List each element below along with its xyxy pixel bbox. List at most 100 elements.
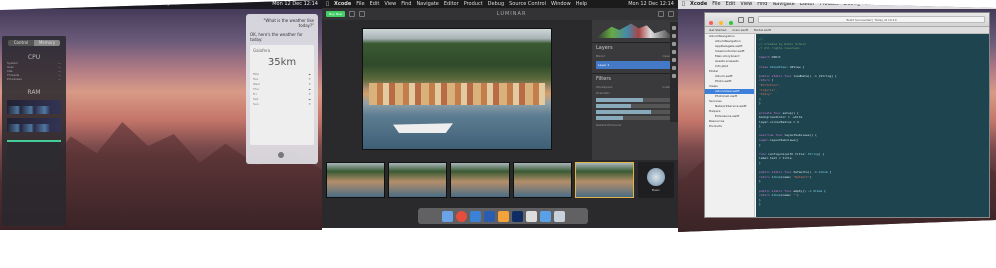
menu-item[interactable]: Debug — [488, 0, 504, 8]
code-token: Album — [813, 188, 823, 193]
editor-tab[interactable]: main.swift — [732, 27, 747, 33]
tool-icon[interactable] — [672, 50, 676, 54]
close-icon[interactable] — [709, 21, 713, 25]
undo-icon[interactable] — [658, 11, 664, 17]
run-icon[interactable] — [738, 16, 745, 23]
trash-icon[interactable] — [553, 210, 565, 222]
toolbar-tool-icon[interactable] — [349, 11, 356, 17]
menubar-clock[interactable]: Mon 12 Dec 12:14 — [948, 0, 994, 9]
menu-app-name[interactable]: Xcode — [690, 0, 707, 9]
menu-item[interactable]: Navigate — [772, 0, 794, 9]
menubar-clock[interactable]: Mon 12 Dec 12:14 — [628, 0, 674, 8]
weather-card[interactable]: Gaiafera 35km Mon ☁ Tue ☀ Wed ☀ Thu ☁ Fri ☀ S… — [250, 45, 314, 145]
menu-item[interactable]: File — [712, 0, 720, 9]
navigator-item[interactable]: Products — [705, 124, 754, 129]
sketch-icon[interactable] — [497, 210, 509, 222]
menu-app-name[interactable]: Safari — [12, 0, 29, 9]
tool-icon[interactable] — [672, 58, 676, 62]
menu-history[interactable]: History — [79, 0, 97, 9]
tool-icon[interactable] — [672, 26, 676, 30]
workspace-label: Workspace — [596, 85, 613, 89]
zoom-icon[interactable] — [729, 21, 734, 25]
filter-slider[interactable] — [596, 116, 674, 120]
menu-item[interactable]: Editor — [800, 0, 815, 9]
menu-item[interactable]: Product — [820, 0, 839, 9]
menu-bookmarks[interactable]: Bookmarks — [101, 0, 129, 9]
activity-monitor-widget: Control Memory CPU System — User — Idle — T… — [2, 36, 66, 226]
menu-item[interactable]: View — [384, 0, 396, 8]
preset-thumb[interactable] — [388, 162, 448, 198]
folder-icon[interactable] — [539, 210, 551, 222]
menu-item[interactable]: Find — [401, 0, 411, 8]
code-token: ] — [759, 96, 761, 101]
menu-item[interactable]: Window — [551, 0, 571, 8]
code-token: setup() { — [782, 110, 799, 115]
siri-question: "What is the weather like today?" — [263, 18, 314, 28]
code-token: "Liguria", — [759, 87, 778, 92]
menubar:  Safari File Edit View History Bookmark… — [0, 0, 322, 9]
filter-dramatic[interactable]: Dramatic — [592, 90, 678, 96]
menu-item[interactable]: Help — [576, 0, 587, 8]
apple-menu-icon[interactable]:  — [4, 0, 7, 9]
code-token: Album — [771, 174, 781, 179]
code-editor[interactable]: //// Created by Robin Schulz// All right… — [756, 34, 989, 217]
menu-view[interactable]: View — [62, 0, 74, 9]
finder-icon[interactable] — [441, 210, 453, 222]
menu-item[interactable]: Edit — [370, 0, 380, 8]
menu-item[interactable]: Window — [907, 0, 927, 9]
filter-slider[interactable] — [596, 104, 674, 108]
code-token: layoutSubviews() { — [784, 133, 817, 138]
xcode-icon[interactable] — [525, 210, 537, 222]
app-store-icon[interactable] — [469, 210, 481, 222]
tab-control[interactable]: Control — [8, 40, 34, 46]
presets-category[interactable]: Basic — [638, 162, 674, 198]
toolbar-tool-icon[interactable] — [359, 11, 366, 17]
tool-icon[interactable] — [672, 42, 676, 46]
siri-mic-icon[interactable] — [278, 152, 284, 158]
menu-item[interactable]: Debug — [844, 0, 860, 9]
preset-thumb[interactable] — [326, 162, 386, 198]
chrome-icon[interactable] — [455, 210, 467, 222]
tool-icon[interactable] — [672, 66, 676, 70]
code-token: // Created by Robin Schulz — [759, 41, 806, 46]
menu-item[interactable]: Source Control — [865, 0, 902, 9]
filter-details-enhancer[interactable]: Details Enhancer — [592, 122, 678, 128]
photo-canvas[interactable] — [362, 28, 552, 150]
preset-thumb[interactable] — [512, 162, 572, 198]
menu-window[interactable]: Window — [134, 0, 154, 9]
preset-thumb[interactable] — [450, 162, 510, 198]
menu-item[interactable]: Edit — [726, 0, 736, 9]
menu-item[interactable]: View — [740, 0, 752, 9]
menu-file[interactable]: File — [34, 0, 42, 9]
preset-thumb[interactable] — [574, 162, 635, 198]
menu-item[interactable]: File — [356, 0, 364, 8]
layer-item[interactable]: Layer 1 — [596, 61, 674, 69]
menu-item[interactable]: Product — [464, 0, 483, 8]
menubar-clock[interactable]: Mon 12 Dec 12:14 — [272, 0, 318, 9]
export-icon[interactable] — [668, 11, 674, 17]
tool-icon[interactable] — [672, 74, 676, 78]
menu-help[interactable]: Help — [159, 0, 170, 9]
menu-item[interactable]: Source Control — [509, 0, 546, 8]
minimize-icon[interactable] — [719, 21, 724, 25]
ps-icon[interactable] — [511, 210, 523, 222]
menu-item[interactable]: Editor — [444, 0, 459, 8]
photoshop-icon[interactable] — [483, 210, 495, 222]
buy-now-button[interactable]: Buy Now — [326, 11, 346, 17]
editor-tab[interactable]: Model.swift — [754, 27, 771, 33]
tool-icon[interactable] — [672, 34, 676, 38]
disk-meter — [7, 140, 61, 170]
apple-menu-icon[interactable]:  — [682, 0, 685, 9]
menu-edit[interactable]: Edit — [47, 0, 57, 9]
menu-item[interactable]: Navigate — [416, 0, 438, 8]
menu-item[interactable]: Help — [932, 0, 943, 9]
menu-item[interactable]: Find — [757, 0, 767, 9]
tab-memory[interactable]: Memory — [34, 40, 60, 46]
apple-menu-icon[interactable]:  — [326, 0, 329, 8]
editor-tab[interactable]: Get Started — [709, 27, 726, 33]
filter-slider[interactable] — [596, 110, 674, 114]
code-token: (name: — [780, 174, 794, 179]
filter-slider[interactable] — [596, 98, 674, 102]
menu-app-name[interactable]: Xcode — [334, 0, 351, 8]
stop-icon[interactable] — [748, 16, 755, 23]
